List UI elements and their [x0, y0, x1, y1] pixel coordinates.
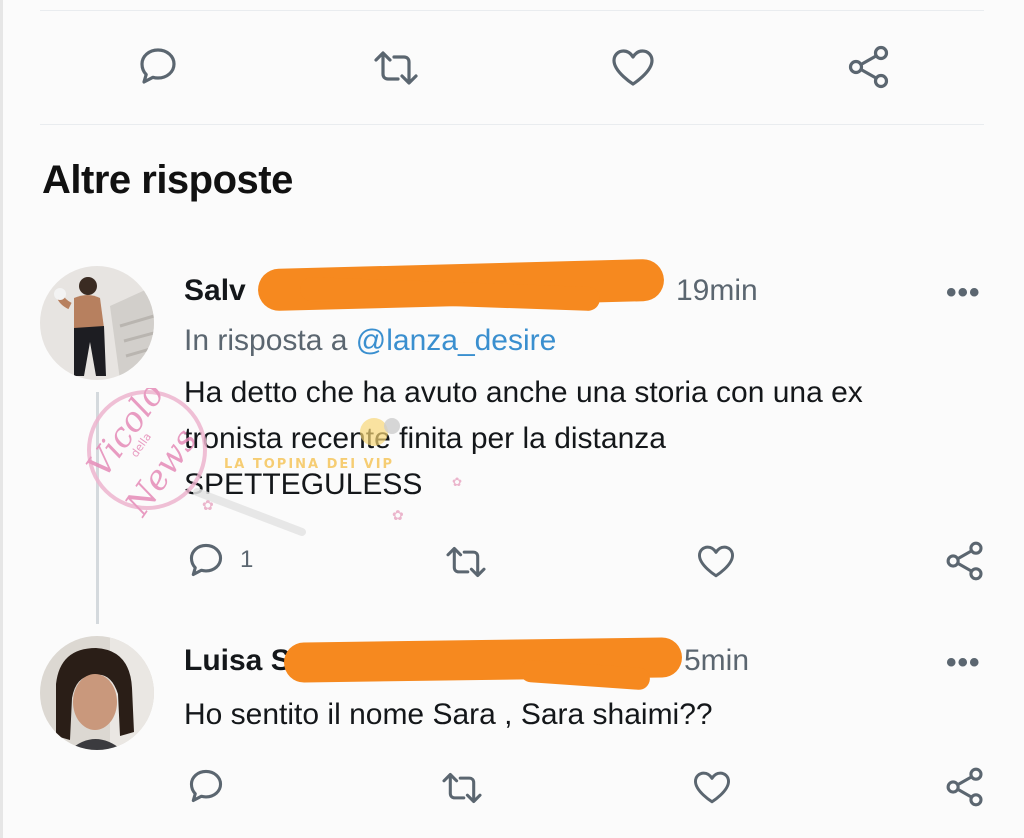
mention-link[interactable]: @lanza_desire — [356, 324, 557, 357]
left-edge — [0, 0, 3, 838]
tweet-text: Ho sentito il nome Sara , Sara shaimi?? — [184, 692, 713, 738]
thread-line — [96, 392, 99, 624]
timestamp-wrap: 19min — [676, 274, 758, 308]
reply-icon — [186, 766, 226, 806]
reply-button[interactable] — [186, 766, 226, 806]
timestamp[interactable]: 19min — [676, 274, 758, 308]
like-button[interactable] — [610, 46, 656, 88]
reply-icon — [186, 540, 226, 580]
share-icon — [944, 766, 986, 808]
svg-text:della: della — [128, 430, 154, 459]
share-button[interactable] — [944, 540, 986, 582]
divider — [40, 10, 984, 11]
text-line: SPETTEGULESS — [184, 468, 423, 501]
more-options-icon[interactable]: ••• — [946, 276, 981, 310]
more-options-icon[interactable]: ••• — [946, 646, 981, 680]
text-line: Ho sentito il nome Sara , Sara shaimi?? — [184, 698, 713, 731]
reply-count: 1 — [240, 546, 254, 573]
text-line: Ha detto che ha avuto anche una storia c… — [184, 376, 863, 409]
share-button[interactable] — [846, 44, 892, 90]
svg-text:✿: ✿ — [392, 507, 404, 523]
heart-icon — [696, 542, 736, 580]
retweet-button[interactable] — [444, 544, 488, 580]
author-name[interactable]: Luisa S — [184, 644, 291, 678]
like-button[interactable] — [692, 768, 732, 806]
tweet-header: Luisa S — [184, 644, 291, 678]
share-icon — [846, 44, 892, 90]
author-name[interactable]: Salv — [184, 274, 246, 308]
divider — [40, 124, 984, 125]
svg-text:Vicolo: Vicolo — [79, 388, 172, 485]
retweet-button[interactable] — [440, 770, 484, 806]
retweet-icon — [440, 770, 484, 806]
reply-button[interactable] — [136, 44, 180, 88]
section-title: Altre risposte — [42, 158, 293, 202]
retweet-button[interactable] — [372, 48, 420, 88]
timestamp[interactable]: 5min — [684, 644, 749, 678]
reply-context: In risposta a @lanza_desire — [184, 324, 556, 358]
share-icon — [944, 540, 986, 582]
reply-icon — [136, 44, 180, 88]
tweet-header: Salv — [184, 274, 246, 308]
reply-button[interactable]: 1 — [186, 540, 253, 580]
avatar[interactable] — [40, 636, 154, 750]
share-button[interactable] — [944, 766, 986, 808]
retweet-icon — [444, 544, 488, 580]
heart-icon — [692, 768, 732, 806]
text-line: tronista recente finita per la distanza — [184, 422, 666, 455]
retweet-icon — [372, 48, 420, 88]
timestamp-wrap: 5min — [684, 644, 749, 678]
reply-to-label: In risposta a — [184, 324, 356, 357]
tweet-text: Ha detto che ha avuto anche una storia c… — [184, 370, 863, 508]
heart-icon — [610, 46, 656, 88]
avatar[interactable] — [40, 266, 154, 380]
like-button[interactable] — [696, 542, 736, 580]
